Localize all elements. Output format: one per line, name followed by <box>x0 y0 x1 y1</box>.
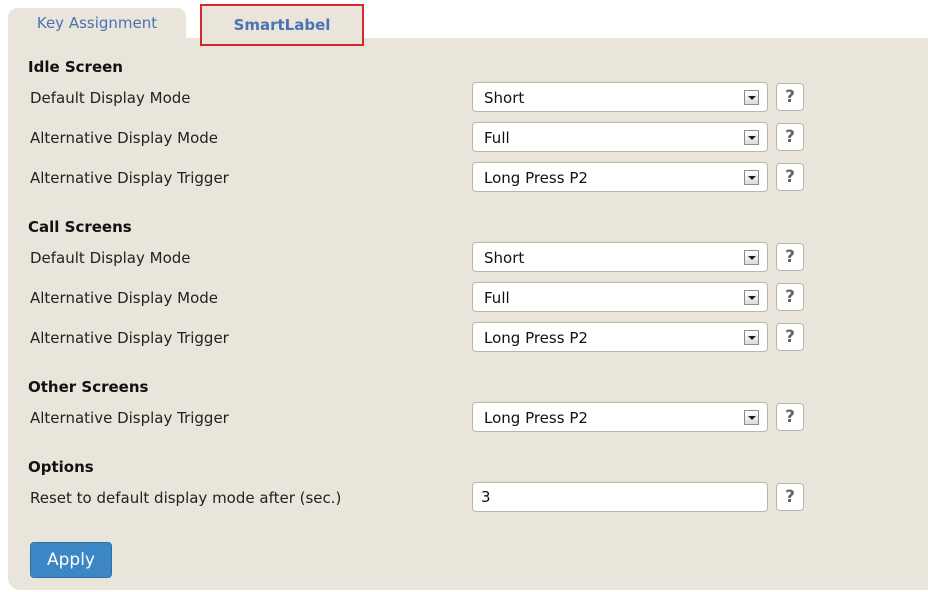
call-alternative-display-trigger-label: Alternative Display Trigger <box>30 329 229 347</box>
idle-alternative-display-trigger-select[interactable]: Long Press P2 <box>472 162 768 192</box>
select-value: Long Press P2 <box>484 409 588 427</box>
dropdown-arrow-icon[interactable] <box>744 130 759 145</box>
section-title-call-screens: Call Screens <box>28 218 132 236</box>
call-default-display-mode-label: Default Display Mode <box>30 249 191 267</box>
help-button[interactable]: ? <box>776 483 804 511</box>
help-button[interactable]: ? <box>776 323 804 351</box>
select-value: Short <box>484 249 525 267</box>
apply-button[interactable]: Apply <box>30 542 112 578</box>
idle-alternative-display-mode-select[interactable]: Full <box>472 122 768 152</box>
select-value: Long Press P2 <box>484 329 588 347</box>
tab-key-assignment[interactable]: Key Assignment <box>8 8 186 38</box>
help-button[interactable]: ? <box>776 283 804 311</box>
other-alternative-display-trigger-label: Alternative Display Trigger <box>30 409 229 427</box>
section-title-options: Options <box>28 458 94 476</box>
call-alternative-display-mode-label: Alternative Display Mode <box>30 289 218 307</box>
dropdown-arrow-icon[interactable] <box>744 170 759 185</box>
dropdown-arrow-icon[interactable] <box>744 330 759 345</box>
help-button[interactable]: ? <box>776 163 804 191</box>
dropdown-arrow-icon[interactable] <box>744 290 759 305</box>
dropdown-arrow-icon[interactable] <box>744 90 759 105</box>
select-value: Short <box>484 89 525 107</box>
select-value: Full <box>484 129 510 147</box>
select-value: Long Press P2 <box>484 169 588 187</box>
dropdown-arrow-icon[interactable] <box>744 410 759 425</box>
section-title-other-screens: Other Screens <box>28 378 149 396</box>
help-button[interactable]: ? <box>776 83 804 111</box>
dropdown-arrow-icon[interactable] <box>744 250 759 265</box>
call-alternative-display-trigger-select[interactable]: Long Press P2 <box>472 322 768 352</box>
idle-default-display-mode-select[interactable]: Short <box>472 82 768 112</box>
idle-alternative-display-trigger-label: Alternative Display Trigger <box>30 169 229 187</box>
call-alternative-display-mode-select[interactable]: Full <box>472 282 768 312</box>
section-title-idle-screen: Idle Screen <box>28 58 123 76</box>
call-default-display-mode-select[interactable]: Short <box>472 242 768 272</box>
help-button[interactable]: ? <box>776 403 804 431</box>
help-button[interactable]: ? <box>776 123 804 151</box>
help-button[interactable]: ? <box>776 243 804 271</box>
reset-delay-label: Reset to default display mode after (sec… <box>30 489 342 507</box>
idle-alternative-display-mode-label: Alternative Display Mode <box>30 129 218 147</box>
settings-panel: Idle Screen Default Display Mode Short ?… <box>8 38 928 590</box>
other-alternative-display-trigger-select[interactable]: Long Press P2 <box>472 402 768 432</box>
reset-delay-input[interactable] <box>472 482 768 512</box>
select-value: Full <box>484 289 510 307</box>
idle-default-display-mode-label: Default Display Mode <box>30 89 191 107</box>
tab-bar: Key Assignment SmartLabel <box>8 0 920 46</box>
tab-smartlabel[interactable]: SmartLabel <box>200 4 364 46</box>
